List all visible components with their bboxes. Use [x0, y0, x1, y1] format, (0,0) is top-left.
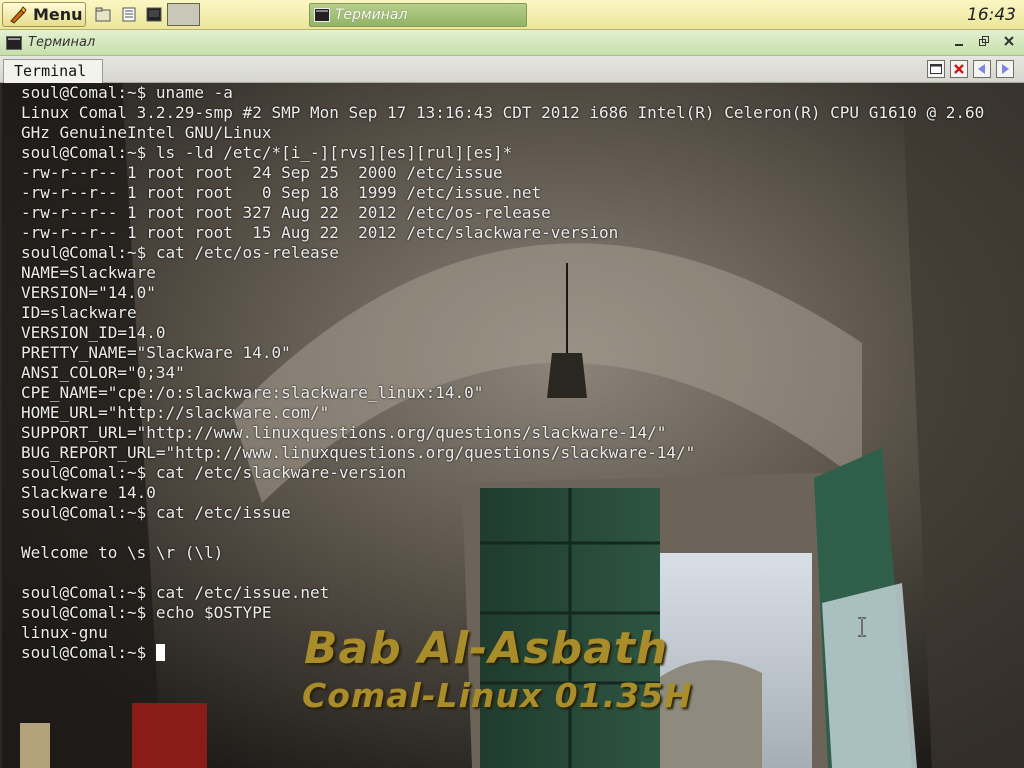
tab-bar: Terminal: [0, 56, 1024, 83]
wallpaper-subtitle: Comal-Linux 01.35H: [302, 676, 693, 715]
terminal-line: Linux Comal 3.2.29-smp #2 SMP Mon Sep 17…: [21, 103, 985, 122]
window-title: Терминал: [28, 35, 96, 50]
terminal-line: -rw-r--r-- 1 root root 0 Sep 18 1999 /et…: [21, 183, 542, 202]
top-panel: Menu Терминал 16:43: [0, 0, 1024, 30]
close-icon: [954, 64, 964, 74]
notes-icon[interactable]: [121, 7, 137, 22]
arrow-left-icon: [978, 64, 985, 74]
terminal-icon: [6, 35, 22, 50]
restore-icon: [979, 36, 989, 46]
terminal-prompt: soul@Comal:~$: [21, 643, 156, 662]
terminal-line: soul@Comal:~$ cat /etc/issue.net: [21, 583, 330, 602]
taskbar-title: Терминал: [335, 7, 408, 23]
terminal-line: CPE_NAME="cpe:/o:slackware:slackware_lin…: [21, 383, 484, 402]
terminal-line: soul@Comal:~$ uname -a: [21, 83, 233, 102]
previous-tab-button[interactable]: [973, 60, 991, 78]
terminal-line: ANSI_COLOR="0;34": [21, 363, 185, 382]
menu-button[interactable]: Menu: [2, 2, 86, 27]
files-icon[interactable]: [95, 7, 111, 22]
terminal-line: SUPPORT_URL="http://www.linuxquestions.o…: [21, 423, 667, 442]
terminal-line: Slackware 14.0: [21, 483, 156, 502]
menu-label: Menu: [33, 5, 83, 24]
terminal-icon: [314, 8, 330, 22]
close-icon: [1004, 36, 1014, 46]
terminal-line: VERSION="14.0": [21, 283, 156, 302]
terminal-line: soul@Comal:~$ ls -ld /etc/*[i_-][rvs][es…: [21, 143, 513, 162]
terminal-line: HOME_URL="http://slackware.com/": [21, 403, 330, 422]
tab-terminal[interactable]: Terminal: [3, 59, 103, 83]
wallpaper-title: Bab Al-Asbath: [304, 623, 669, 674]
terminal-line: VERSION_ID=14.0: [21, 323, 166, 342]
minimize-button[interactable]: [950, 34, 968, 52]
desktop-pager[interactable]: [167, 3, 200, 26]
window-titlebar[interactable]: Терминал: [0, 30, 1024, 56]
close-tab-button[interactable]: [950, 60, 968, 78]
arrow-right-icon: [1002, 64, 1009, 74]
terminal-line: BUG_REPORT_URL="http://www.linuxquestion…: [21, 443, 696, 462]
clock: 16:43: [967, 5, 1016, 25]
terminal-lines: soul@Comal:~$ uname -a Linux Comal 3.2.29…: [21, 83, 984, 663]
terminal-line: PRETTY_NAME="Slackware 14.0": [21, 343, 291, 362]
terminal-output[interactable]: soul@Comal:~$ uname -a Linux Comal 3.2.29…: [0, 83, 1024, 768]
new-tab-button[interactable]: [927, 60, 945, 78]
terminal-line: soul@Comal:~$ cat /etc/slackware-version: [21, 463, 407, 482]
terminal-line: Welcome to \s \r (\l): [21, 543, 224, 562]
next-tab-button[interactable]: [996, 60, 1014, 78]
new-tab-icon: [930, 64, 942, 74]
terminal-line: soul@Comal:~$ cat /etc/os-release: [21, 243, 339, 262]
close-button[interactable]: [1000, 34, 1018, 52]
terminal-line: GHz GenuineIntel GNU/Linux: [21, 123, 272, 142]
terminal-icon[interactable]: [146, 7, 162, 22]
menu-icon: [10, 5, 27, 24]
terminal-line: -rw-r--r-- 1 root root 327 Aug 22 2012 /…: [21, 203, 551, 222]
terminal-line: ID=slackware: [21, 303, 137, 322]
terminal-line: -rw-r--r-- 1 root root 15 Aug 22 2012 /e…: [21, 223, 619, 242]
maximize-button[interactable]: [975, 34, 993, 52]
taskbar-terminal-button[interactable]: Терминал: [309, 3, 527, 27]
terminal-cursor: [155, 644, 165, 661]
terminal-line: NAME=Slackware: [21, 263, 156, 282]
terminal-line: soul@Comal:~$ cat /etc/issue: [21, 503, 291, 522]
terminal-line: soul@Comal:~$ echo $OSTYPE: [21, 603, 272, 622]
terminal-line: -rw-r--r-- 1 root root 24 Sep 25 2000 /e…: [21, 163, 503, 182]
text-cursor-icon: [858, 617, 866, 637]
minimize-icon: [955, 44, 963, 46]
